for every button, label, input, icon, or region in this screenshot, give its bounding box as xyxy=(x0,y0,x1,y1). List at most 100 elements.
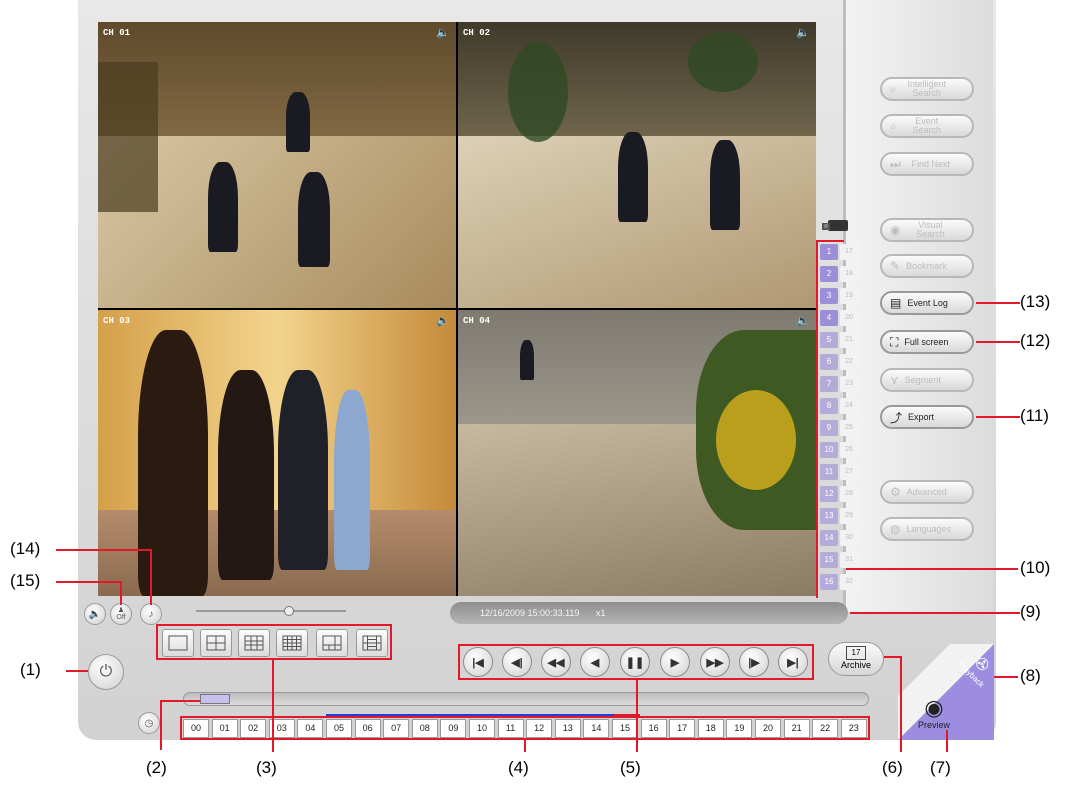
callout-line-8 xyxy=(994,676,1018,678)
export-button[interactable]: ⤴ Export xyxy=(880,405,974,429)
button-label: Find Next xyxy=(911,158,951,169)
intelligent-search-button[interactable]: ⌕ Intelligent Search xyxy=(880,77,974,101)
callout-line-15 xyxy=(56,581,122,583)
callout-label: (1) xyxy=(20,660,41,679)
callout-line-15v xyxy=(120,581,122,605)
clock-icon: ◷ xyxy=(144,717,154,729)
find-next-button[interactable]: ⏭ Find Next xyxy=(880,152,974,176)
callout-line-14v xyxy=(150,549,152,605)
speaker-icon: 🔈 xyxy=(88,608,102,620)
speaker-button[interactable]: 🔈 xyxy=(84,603,106,625)
button-label: Segment xyxy=(904,375,941,385)
full-screen-button[interactable]: ⛶ Full screen xyxy=(880,330,974,354)
callout-label: (10) xyxy=(1020,558,1051,577)
timeline-slider[interactable] xyxy=(183,692,869,706)
archive-label: Archive xyxy=(840,660,871,670)
callout-label: (5) xyxy=(620,758,641,777)
button-label: Event Search xyxy=(912,116,941,135)
callout-label: (4) xyxy=(508,758,529,777)
callout-line-7 xyxy=(946,730,948,752)
calendar-icon: 17 xyxy=(846,646,866,660)
search-icon: ⌕ xyxy=(890,118,897,133)
event-search-button[interactable]: ⌕ Event Search xyxy=(880,114,974,138)
clock-button[interactable]: ◷ xyxy=(138,712,160,734)
button-label: Event Log xyxy=(907,298,948,308)
callout-line-2h xyxy=(160,700,200,702)
highlight-layouts xyxy=(156,624,392,660)
callout-line-11 xyxy=(976,416,1020,418)
next-icon: ⏭ xyxy=(890,156,901,171)
timeline-thumb[interactable] xyxy=(200,694,230,704)
visual-search-button[interactable]: ◉ Visual Search xyxy=(880,218,974,242)
timestamp: 12/16/2009 15:00:33.119 xyxy=(480,608,580,618)
slider-thumb[interactable] xyxy=(284,606,294,616)
archive-button[interactable]: 17 Archive xyxy=(828,642,884,676)
eye-icon: ◉ xyxy=(924,695,944,720)
button-label: Languages xyxy=(906,524,952,534)
callout-label: (8) xyxy=(1020,666,1041,685)
button-label: Visual Search xyxy=(916,220,945,239)
camera-view-4[interactable]: CH 04 🔈 xyxy=(458,310,816,596)
speaker-icon: 🔈 xyxy=(436,27,450,39)
callout-label: (12) xyxy=(1020,331,1051,350)
callout-label: (13) xyxy=(1020,292,1051,311)
callout-line-3 xyxy=(272,660,274,752)
camera-label: CH 04 xyxy=(463,316,491,326)
camera-label: CH 01 xyxy=(103,28,131,38)
callout-line-13 xyxy=(976,302,1020,304)
callout-line-4 xyxy=(524,740,526,752)
speaker-icon: 🔈 xyxy=(796,27,810,39)
callout-line-12 xyxy=(976,341,1020,343)
bookmark-button[interactable]: ✎ Bookmark xyxy=(880,254,974,278)
volume-slider[interactable] xyxy=(196,606,346,616)
callout-label: (2) xyxy=(146,758,167,777)
callout-label: (6) xyxy=(882,758,903,777)
button-label: Full screen xyxy=(904,337,949,347)
languages-button[interactable]: ◍ Languages xyxy=(880,517,974,541)
playback-speed: x1 xyxy=(595,608,606,618)
microphone-button[interactable]: ♪ xyxy=(140,603,162,625)
preview-button[interactable]: ◉ Preview xyxy=(904,696,964,738)
speaker-icon: 🔈 xyxy=(436,315,450,327)
power-button[interactable]: ⏻ xyxy=(88,654,124,690)
highlight-playback xyxy=(458,644,814,680)
callout-label: (11) xyxy=(1020,406,1049,425)
camera-icon xyxy=(820,216,854,236)
event-log-button[interactable]: ▤ Event Log xyxy=(880,291,974,315)
callout-label: (15) xyxy=(10,571,41,590)
person-icon: ♟ xyxy=(117,607,125,614)
camera-view-2[interactable]: CH 02 🔈 xyxy=(458,22,816,308)
power-icon: ⏻ xyxy=(99,663,113,680)
microphone-icon: ♪ xyxy=(148,608,154,620)
button-label: Advanced xyxy=(906,487,947,497)
audio-off-button[interactable]: ♟ Off xyxy=(110,603,132,625)
video-grid[interactable]: CH 01 🔈 CH 02 🔈 CH 03 🔈 CH 04 🔈 xyxy=(98,22,816,596)
button-label: Intelligent Search xyxy=(907,79,946,98)
callout-label: (7) xyxy=(930,758,951,777)
search-icon: ⌕ xyxy=(890,81,897,96)
eye-icon: ◉ xyxy=(890,223,901,237)
globe-icon: ◍ xyxy=(890,522,901,536)
callout-line-14 xyxy=(56,549,152,551)
camera-label: CH 03 xyxy=(103,316,131,326)
callout-label: (9) xyxy=(1020,602,1041,621)
callout-label: (14) xyxy=(10,539,41,558)
segment-icon: ⋎ xyxy=(890,373,899,387)
preview-label: Preview xyxy=(917,720,950,730)
callout-line-6v xyxy=(900,656,902,752)
camera-label: CH 02 xyxy=(463,28,491,38)
advanced-button[interactable]: ⚙ Advanced xyxy=(880,480,974,504)
fullscreen-icon: ⛶ xyxy=(890,334,899,349)
segment-button[interactable]: ⋎ Segment xyxy=(880,368,974,392)
callout-line-9 xyxy=(850,612,1020,614)
callout-line-5 xyxy=(636,680,638,752)
camera-view-1[interactable]: CH 01 🔈 xyxy=(98,22,456,308)
callout-line-2 xyxy=(160,700,162,750)
callout-label: (3) xyxy=(256,758,277,777)
off-label: Off xyxy=(116,614,126,621)
bookmark-icon: ✎ xyxy=(890,259,901,273)
button-label: Bookmark xyxy=(906,261,947,271)
speaker-icon: 🔈 xyxy=(796,315,810,327)
callout-line-1 xyxy=(66,670,88,672)
status-bar: 12/16/2009 15:00:33.119 x1 xyxy=(450,602,848,624)
